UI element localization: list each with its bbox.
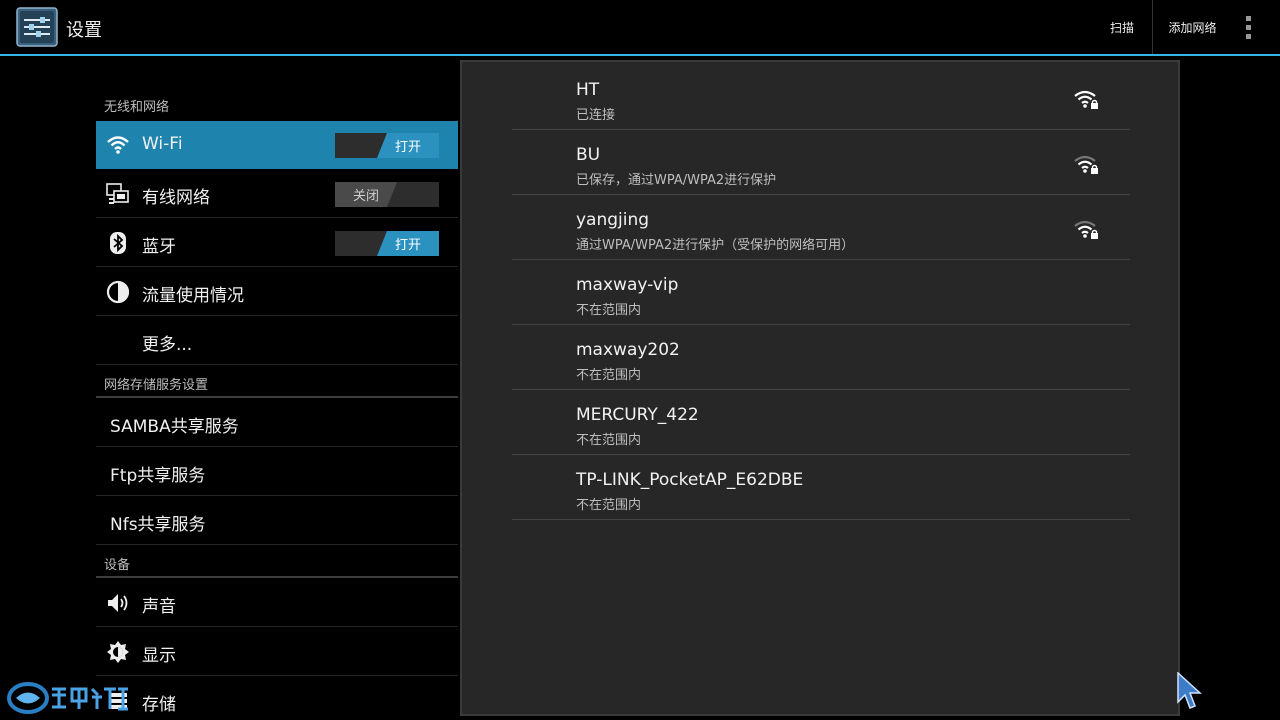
toggle-label: 关闭 (335, 182, 397, 207)
wifi-toggle[interactable]: 打开 (335, 133, 439, 158)
sidebar-item-label: 蓝牙 (142, 237, 176, 257)
wifi-network-item[interactable]: BU 已保存，通过WPA/WPA2进行保护 (512, 130, 1130, 195)
sidebar-item-more[interactable]: 更多... (96, 317, 458, 365)
wifi-lock-icon (1074, 154, 1100, 176)
network-status: 不在范围内 (576, 303, 642, 318)
sidebar-item-ethernet[interactable]: 有线网络 关闭 (96, 170, 458, 218)
sidebar-item-ftp[interactable]: Ftp共享服务 (96, 448, 458, 496)
network-ssid: yangjing (576, 210, 650, 230)
speaker-icon (106, 591, 130, 615)
bluetooth-icon (106, 231, 130, 255)
wifi-network-item[interactable]: maxway202 不在范围内 (512, 325, 1130, 390)
sidebar-item-label: 更多... (142, 335, 193, 355)
action-bar: 设置 扫描 添加网络 (0, 0, 1280, 56)
section-header-device: 设备 (104, 558, 131, 573)
sidebar-item-label: 声音 (142, 597, 176, 617)
network-ssid: HT (576, 80, 600, 100)
ethernet-icon (106, 182, 130, 206)
overflow-menu-icon[interactable] (1236, 0, 1260, 54)
wifi-network-item[interactable]: HT 已连接 (512, 65, 1130, 130)
sidebar-item-storage[interactable]: 存储 (96, 677, 458, 720)
network-status: 已连接 (576, 108, 616, 123)
mouse-cursor-icon (1177, 671, 1203, 712)
sidebar-item-samba[interactable]: SAMBA共享服务 (96, 399, 458, 447)
network-status: 不在范围内 (576, 498, 642, 513)
network-status: 已保存，通过WPA/WPA2进行保护 (576, 173, 777, 188)
ethernet-toggle[interactable]: 关闭 (335, 182, 439, 207)
network-ssid: maxway-vip (576, 275, 679, 295)
wifi-network-list: HT 已连接 BU 已保存，通过WPA/WPA2进行保护 yangjing 通过… (460, 60, 1180, 716)
wifi-network-item[interactable]: maxway-vip 不在范围内 (512, 260, 1130, 325)
wifi-network-item[interactable]: yangjing 通过WPA/WPA2进行保护（受保护的网络可用） (512, 195, 1130, 260)
toggle-label: 打开 (377, 231, 439, 256)
network-ssid: MERCURY_422 (576, 405, 699, 425)
sidebar-item-label: Nfs共享服务 (110, 515, 206, 535)
section-header-wireless: 无线和网络 (104, 100, 170, 115)
network-ssid: maxway202 (576, 340, 680, 360)
network-ssid: BU (576, 145, 601, 165)
toggle-label: 打开 (377, 133, 439, 158)
settings-menu: 无线和网络 Wi-Fi 打开 有线网络 关闭 蓝牙 打开 流量使用情况 更多..… (96, 56, 458, 720)
network-ssid: TP-LINK_PocketAP_E62DBE (576, 470, 804, 490)
sidebar-item-bluetooth[interactable]: 蓝牙 打开 (96, 219, 458, 267)
network-status: 通过WPA/WPA2进行保护（受保护的网络可用） (576, 238, 855, 253)
sidebar-item-label: Wi-Fi (142, 134, 183, 154)
sidebar-item-label: 显示 (142, 646, 176, 666)
wifi-lock-icon (1074, 219, 1100, 241)
wifi-icon (106, 133, 130, 157)
section-header-network-storage: 网络存储服务设置 (104, 378, 209, 393)
wifi-network-item[interactable]: MERCURY_422 不在范围内 (512, 390, 1130, 455)
bluetooth-toggle[interactable]: 打开 (335, 231, 439, 256)
wifi-lock-icon (1074, 89, 1100, 111)
data-usage-icon (106, 280, 130, 304)
add-network-button[interactable]: 添加网络 (1152, 0, 1232, 54)
sidebar-item-nfs[interactable]: Nfs共享服务 (96, 497, 458, 545)
watermark-logo (6, 681, 130, 715)
scan-button[interactable]: 扫描 (1093, 0, 1151, 54)
sidebar-item-label: 流量使用情况 (142, 286, 244, 306)
page-title: 设置 (66, 20, 102, 41)
sidebar-item-wifi[interactable]: Wi-Fi 打开 (96, 121, 458, 169)
wifi-network-item[interactable]: TP-LINK_PocketAP_E62DBE 不在范围内 (512, 455, 1130, 520)
sidebar-item-label: 存储 (142, 695, 176, 715)
sidebar-item-label: Ftp共享服务 (110, 466, 206, 486)
sidebar-item-display[interactable]: 显示 (96, 628, 458, 676)
sidebar-item-label: 有线网络 (142, 188, 210, 208)
settings-app-icon[interactable] (16, 7, 58, 47)
sidebar-item-label: SAMBA共享服务 (110, 417, 239, 437)
sidebar-item-data-usage[interactable]: 流量使用情况 (96, 268, 458, 316)
sidebar-item-sound[interactable]: 声音 (96, 579, 458, 627)
network-status: 不在范围内 (576, 433, 642, 448)
section-divider (96, 576, 458, 578)
network-status: 不在范围内 (576, 368, 642, 383)
brightness-icon (106, 640, 130, 664)
section-divider (96, 396, 458, 398)
